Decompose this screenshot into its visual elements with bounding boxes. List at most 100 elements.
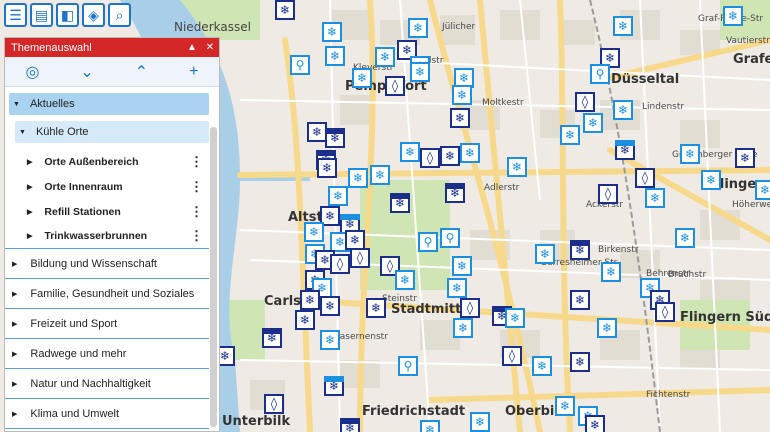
snowflake-marker-icon[interactable]: ❄ [300, 290, 320, 310]
water-drop-marker-icon[interactable]: ◊ [598, 184, 618, 204]
snowflake-marker-icon[interactable]: ❄ [375, 47, 395, 67]
water-tap-marker-icon[interactable]: ⚲ [398, 356, 418, 376]
cool-place-marker-icon[interactable]: ❄ [390, 193, 410, 213]
snowflake-marker-icon[interactable]: ❄ [585, 415, 605, 432]
tree-item-orte-innenraum[interactable]: ▶ Orte Innenraum ⋮ [5, 174, 219, 199]
snowflake-marker-icon[interactable]: ❄ [275, 0, 295, 20]
more-options-icon[interactable]: ⋮ [190, 154, 203, 170]
more-options-icon[interactable]: ⋮ [190, 179, 203, 195]
snowflake-marker-icon[interactable]: ❄ [680, 144, 700, 164]
snowflake-marker-icon[interactable]: ❄ [453, 318, 473, 338]
water-drop-marker-icon[interactable]: ◊ [502, 346, 522, 366]
snowflake-marker-icon[interactable]: ❄ [532, 356, 552, 376]
snowflake-marker-icon[interactable]: ❄ [366, 298, 386, 318]
snowflake-marker-icon[interactable]: ❄ [352, 68, 372, 88]
scrollbar[interactable] [210, 127, 217, 427]
tree-item-familie[interactable]: ▶ Familie, Gesundheit und Soziales [5, 279, 209, 309]
snowflake-marker-icon[interactable]: ❄ [645, 188, 665, 208]
snowflake-marker-icon[interactable]: ❄ [470, 412, 490, 432]
snowflake-marker-icon[interactable]: ❄ [320, 330, 340, 350]
tree-item-trinkwasserbrunnen[interactable]: ▶ Trinkwasserbrunnen ⋮ [5, 224, 209, 249]
water-tap-marker-icon[interactable]: ⚲ [590, 64, 610, 84]
snowflake-marker-icon[interactable]: ❄ [597, 318, 617, 338]
cool-place-marker-icon[interactable]: ❄ [262, 328, 282, 348]
water-drop-marker-icon[interactable]: ◊ [420, 148, 440, 168]
snowflake-marker-icon[interactable]: ❄ [701, 170, 721, 190]
snowflake-marker-icon[interactable]: ❄ [613, 100, 633, 120]
menu-icon[interactable]: ☰ [4, 3, 27, 27]
water-drop-marker-icon[interactable]: ◊ [350, 248, 370, 268]
tree-item-radwege[interactable]: ▶ Radwege und mehr [5, 339, 209, 369]
water-drop-marker-icon[interactable]: ◊ [385, 76, 405, 96]
tree-item-orte-aussenbereich[interactable]: ▶ Orte Außenbereich ⋮ [5, 149, 219, 174]
snowflake-marker-icon[interactable]: ❄ [450, 108, 470, 128]
water-tap-marker-icon[interactable]: ⚲ [290, 55, 310, 75]
cool-place-marker-icon[interactable]: ❄ [615, 140, 635, 160]
cool-place-marker-icon[interactable]: ❄ [325, 128, 345, 148]
snowflake-marker-icon[interactable]: ❄ [370, 165, 390, 185]
book-icon[interactable]: ▤ [30, 3, 53, 27]
snowflake-marker-icon[interactable]: ❄ [452, 256, 472, 276]
tree-item-kuehle-orte[interactable]: ▼ Kühle Orte [15, 121, 209, 143]
snowflake-marker-icon[interactable]: ❄ [322, 22, 342, 42]
snowflake-marker-icon[interactable]: ❄ [408, 18, 428, 38]
snowflake-marker-icon[interactable]: ❄ [560, 125, 580, 145]
add-icon[interactable]: + [189, 63, 198, 81]
snowflake-marker-icon[interactable]: ❄ [395, 270, 415, 290]
snowflake-marker-icon[interactable]: ❄ [410, 62, 430, 82]
snowflake-marker-icon[interactable]: ❄ [325, 46, 345, 66]
expand-all-icon[interactable]: ⌄ [80, 62, 93, 82]
collapse-all-icon[interactable]: ⌃ [135, 62, 148, 82]
tree-item-aktuelles[interactable]: ▼ Aktuelles [9, 93, 209, 115]
layers-icon[interactable]: ◈ [82, 3, 105, 27]
snowflake-marker-icon[interactable]: ❄ [570, 352, 590, 372]
water-drop-marker-icon[interactable]: ◊ [655, 302, 675, 322]
snowflake-marker-icon[interactable]: ❄ [320, 296, 340, 316]
water-drop-marker-icon[interactable]: ◊ [264, 394, 284, 414]
snowflake-marker-icon[interactable]: ❄ [507, 157, 527, 177]
more-options-icon[interactable]: ⋮ [190, 228, 203, 244]
snowflake-marker-icon[interactable]: ❄ [613, 16, 633, 36]
snowflake-marker-icon[interactable]: ❄ [440, 146, 460, 166]
collapse-panel-icon[interactable]: ▲ [183, 42, 201, 53]
snowflake-marker-icon[interactable]: ❄ [460, 143, 480, 163]
tree-item-natur[interactable]: ▶ Natur und Nachhaltigkeit [5, 369, 209, 399]
snowflake-marker-icon[interactable]: ❄ [447, 278, 467, 298]
tree-item-freizeit[interactable]: ▶ Freizeit und Sport [5, 309, 209, 339]
tree-item-klima[interactable]: ▶ Klima und Umwelt [5, 399, 209, 429]
snowflake-marker-icon[interactable]: ❄ [583, 113, 603, 133]
snowflake-marker-icon[interactable]: ❄ [723, 6, 743, 26]
layout-icon[interactable]: ◧ [56, 3, 79, 27]
snowflake-marker-icon[interactable]: ❄ [348, 168, 368, 188]
cool-place-marker-icon[interactable]: ❄ [340, 418, 360, 432]
snowflake-marker-icon[interactable]: ❄ [601, 262, 621, 282]
snowflake-marker-icon[interactable]: ❄ [755, 180, 770, 200]
snowflake-marker-icon[interactable]: ❄ [400, 142, 420, 162]
more-options-icon[interactable]: ⋮ [190, 204, 203, 220]
hide-icon[interactable]: ◎ [25, 62, 39, 82]
snowflake-marker-icon[interactable]: ❄ [420, 420, 440, 432]
water-drop-marker-icon[interactable]: ◊ [460, 298, 480, 318]
snowflake-marker-icon[interactable]: ❄ [505, 308, 525, 328]
cool-place-marker-icon[interactable]: ❄ [570, 240, 590, 260]
snowflake-marker-icon[interactable]: ❄ [345, 230, 365, 250]
snowflake-marker-icon[interactable]: ❄ [555, 396, 575, 416]
snowflake-marker-icon[interactable]: ❄ [317, 158, 337, 178]
snowflake-marker-icon[interactable]: ❄ [535, 244, 555, 264]
snowflake-marker-icon[interactable]: ❄ [675, 228, 695, 248]
cool-place-marker-icon[interactable]: ❄ [324, 376, 344, 396]
water-drop-marker-icon[interactable]: ◊ [575, 92, 595, 112]
snowflake-marker-icon[interactable]: ❄ [735, 148, 755, 168]
snowflake-marker-icon[interactable]: ❄ [307, 122, 327, 142]
water-drop-marker-icon[interactable]: ◊ [635, 168, 655, 188]
snowflake-marker-icon[interactable]: ❄ [570, 290, 590, 310]
tree-item-bildung[interactable]: ▶ Bildung und Wissenschaft [5, 249, 209, 279]
snowflake-marker-icon[interactable]: ❄ [328, 186, 348, 206]
snowflake-marker-icon[interactable]: ❄ [452, 85, 472, 105]
water-tap-marker-icon[interactable]: ⚲ [440, 228, 460, 248]
cool-place-marker-icon[interactable]: ❄ [445, 183, 465, 203]
water-tap-marker-icon[interactable]: ⚲ [418, 232, 438, 252]
snowflake-marker-icon[interactable]: ❄ [304, 222, 324, 242]
search-icon[interactable]: ⌕ [108, 3, 131, 27]
water-drop-marker-icon[interactable]: ◊ [330, 254, 350, 274]
